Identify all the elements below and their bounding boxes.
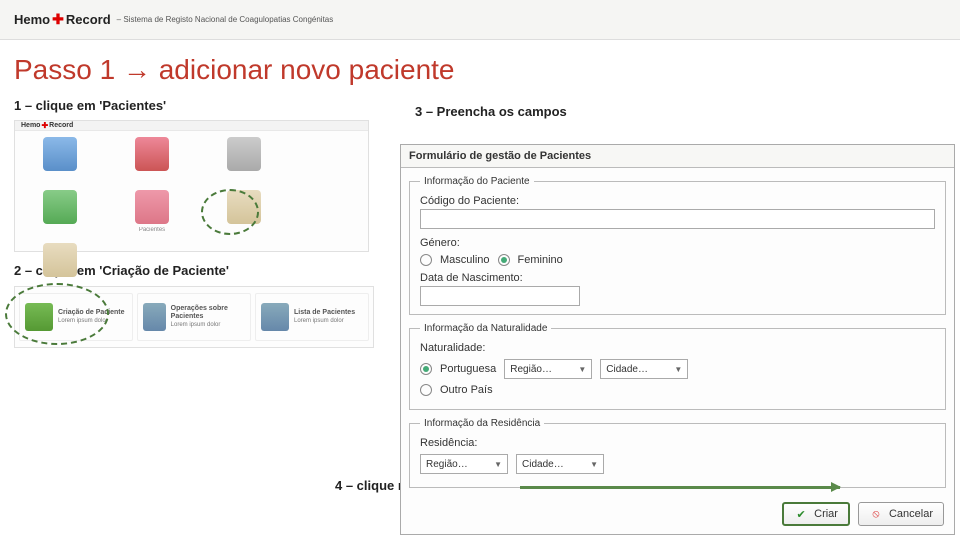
module-item[interactable] — [25, 243, 95, 286]
modules-panel-head: Hemo✚Record — [15, 121, 368, 131]
radio-feminino[interactable] — [498, 254, 510, 266]
step-3-label: 3 – Preencha os campos — [415, 104, 567, 119]
module-icon — [43, 243, 77, 277]
modules-grid: Pacientes — [15, 131, 368, 292]
form-title: Formulário de gestão de Pacientes — [401, 145, 954, 168]
nat-label: Naturalidade: — [420, 342, 935, 354]
fs2-legend: Informação da Naturalidade — [420, 323, 551, 334]
user-ops-icon — [143, 303, 166, 331]
logo: Hemo ✚ Record — [14, 11, 111, 28]
dob-input[interactable] — [420, 286, 580, 306]
module-icon — [135, 137, 169, 171]
highlight-criacao — [5, 283, 109, 345]
label-portuguesa: Portuguesa — [440, 363, 496, 375]
check-icon: ✔ — [794, 507, 808, 521]
fs3-legend: Informação da Residência — [420, 418, 544, 429]
select-regiao-res[interactable]: Região…▼ — [420, 454, 508, 474]
module-item[interactable] — [117, 137, 187, 180]
criar-button[interactable]: ✔ Criar — [782, 502, 850, 526]
chevron-down-icon: ▼ — [590, 460, 598, 469]
pacientes-icon — [135, 190, 169, 224]
logo-text-pre: Hemo — [14, 12, 50, 27]
tiny-logo: Hemo✚Record — [21, 121, 73, 130]
chevron-down-icon: ▼ — [674, 365, 682, 374]
plus-icon: ✚ — [52, 11, 64, 28]
fs1-legend: Informação do Paciente — [420, 176, 534, 187]
code-label: Código do Paciente: — [420, 195, 935, 207]
code-input[interactable] — [420, 209, 935, 229]
select-cidade-res[interactable]: Cidade…▼ — [516, 454, 604, 474]
module-item-pacientes[interactable]: Pacientes — [117, 190, 187, 233]
action-operacoes[interactable]: Operações sobre PacientesLorem ipsum dol… — [137, 293, 251, 341]
module-icon — [43, 137, 77, 171]
fieldset-naturalidade: Informação da Naturalidade Naturalidade:… — [409, 323, 946, 410]
module-icon — [43, 190, 77, 224]
button-row: ✔ Criar ⦸ Cancelar — [401, 496, 954, 534]
step-1-label: 1 – clique em 'Pacientes' — [14, 98, 166, 113]
res-label: Residência: — [420, 437, 935, 449]
res-row: Região…▼ Cidade…▼ — [420, 454, 935, 474]
fieldset-paciente: Informação do Paciente Código do Pacient… — [409, 176, 946, 315]
action-lista[interactable]: Lista de PacientesLorem ipsum dolor — [255, 293, 369, 341]
page-title: Passo 1 → adicionar novo paciente — [14, 54, 960, 86]
gender-row: Masculino Feminino — [420, 254, 935, 266]
chevron-down-icon: ▼ — [494, 460, 502, 469]
radio-portuguesa[interactable] — [420, 363, 432, 375]
header-subtitle: – Sistema de Registo Nacional de Coagulo… — [117, 15, 334, 24]
nat-other-row: Outro País — [420, 384, 935, 396]
select-cidade-nat[interactable]: Cidade…▼ — [600, 359, 688, 379]
gender-label: Género: — [420, 237, 935, 249]
chevron-down-icon: ▼ — [578, 365, 586, 374]
arrow-to-criar — [520, 486, 840, 489]
module-icon — [227, 137, 261, 171]
user-list-icon — [261, 303, 289, 331]
module-item[interactable] — [209, 137, 279, 180]
logo-text-post: Record — [66, 12, 111, 27]
patient-form: Formulário de gestão de Pacientes Inform… — [400, 144, 955, 535]
radio-masculino[interactable] — [420, 254, 432, 266]
cancelar-button[interactable]: ⦸ Cancelar — [858, 502, 944, 526]
modules-panel-screenshot: Hemo✚Record Pacientes — [14, 120, 369, 252]
app-header: Hemo ✚ Record – Sistema de Registo Nacio… — [0, 0, 960, 40]
module-item[interactable] — [25, 137, 95, 180]
label-feminino: Feminino — [518, 254, 563, 266]
dob-label: Data de Nascimento: — [420, 272, 935, 284]
label-masculino: Masculino — [440, 254, 490, 266]
cancel-icon: ⦸ — [869, 507, 883, 521]
fieldset-residencia: Informação da Residência Residência: Reg… — [409, 418, 946, 488]
radio-outro-pais[interactable] — [420, 384, 432, 396]
nat-pt-row: Portuguesa Região…▼ Cidade…▼ — [420, 359, 935, 379]
highlight-pacientes — [201, 189, 259, 235]
label-outro-pais: Outro País — [440, 384, 493, 396]
select-regiao-nat[interactable]: Região…▼ — [504, 359, 592, 379]
module-item[interactable] — [25, 190, 95, 233]
